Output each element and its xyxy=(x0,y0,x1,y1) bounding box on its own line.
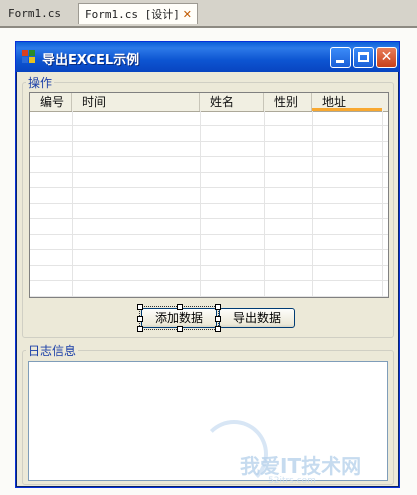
close-icon: ✕ xyxy=(380,49,393,65)
grid-empty-row xyxy=(30,251,388,266)
grid-empty-row xyxy=(30,282,388,297)
close-button[interactable]: ✕ xyxy=(376,47,397,68)
minimize-button[interactable] xyxy=(330,47,351,68)
grid-empty-row xyxy=(30,173,388,188)
tab-form1-designer-label: Form1.cs [设计] xyxy=(85,8,180,21)
operation-group-label: 操作 xyxy=(26,74,55,91)
grid-empty-row xyxy=(30,266,388,281)
watermark-subtext: 52itrs.com xyxy=(268,476,316,486)
grid-empty-row xyxy=(30,127,388,142)
grid-empty-row xyxy=(30,189,388,204)
data-grid[interactable]: 编号 时间 姓名 性别 地址 xyxy=(29,92,389,298)
minimize-icon xyxy=(336,60,344,63)
operation-groupbox: 操作 编号 时间 姓名 性别 地址 添加数据 导出数据 xyxy=(22,74,394,338)
grid-empty-row xyxy=(30,142,388,157)
form-window: 导出EXCEL示例 ✕ 操作 编号 时间 姓名 性别 地址 添加数据 导出数据 xyxy=(15,41,400,488)
log-group-label: 日志信息 xyxy=(26,342,79,359)
app-icon xyxy=(22,50,36,64)
add-data-button[interactable]: 添加数据 xyxy=(141,308,217,328)
maximize-button[interactable] xyxy=(353,47,374,68)
close-icon[interactable]: ✕ xyxy=(183,4,192,25)
grid-empty-row xyxy=(30,204,388,219)
grid-empty-row xyxy=(30,111,388,126)
export-data-button[interactable]: 导出数据 xyxy=(219,308,295,328)
column-header-address[interactable]: 地址 xyxy=(312,93,382,111)
ide-tab-strip: Form1.cs Form1.cs [设计] ✕ xyxy=(0,0,417,28)
window-title: 导出EXCEL示例 xyxy=(42,53,140,68)
grid-column-line xyxy=(200,111,201,297)
maximize-icon xyxy=(358,52,369,62)
grid-column-line xyxy=(264,111,265,297)
watermark-text: 我爱IT技术网 xyxy=(240,454,362,478)
column-header-id[interactable]: 编号 xyxy=(30,93,72,111)
title-bar[interactable]: 导出EXCEL示例 ✕ xyxy=(16,42,399,72)
column-header-name[interactable]: 姓名 xyxy=(200,93,264,111)
grid-column-line xyxy=(72,111,73,297)
grid-empty-row xyxy=(30,220,388,235)
grid-column-line xyxy=(382,111,383,297)
tab-form1-code-label: Form1.cs xyxy=(8,7,61,20)
grid-empty-row xyxy=(30,158,388,173)
tab-form1-designer[interactable]: Form1.cs [设计] ✕ xyxy=(78,3,198,24)
grid-header: 编号 时间 姓名 性别 地址 xyxy=(30,93,388,112)
column-header-time[interactable]: 时间 xyxy=(72,93,200,111)
grid-column-line xyxy=(312,111,313,297)
tab-form1-code[interactable]: Form1.cs xyxy=(2,3,76,24)
column-header-gender[interactable]: 性别 xyxy=(264,93,312,111)
grid-empty-row xyxy=(30,235,388,250)
